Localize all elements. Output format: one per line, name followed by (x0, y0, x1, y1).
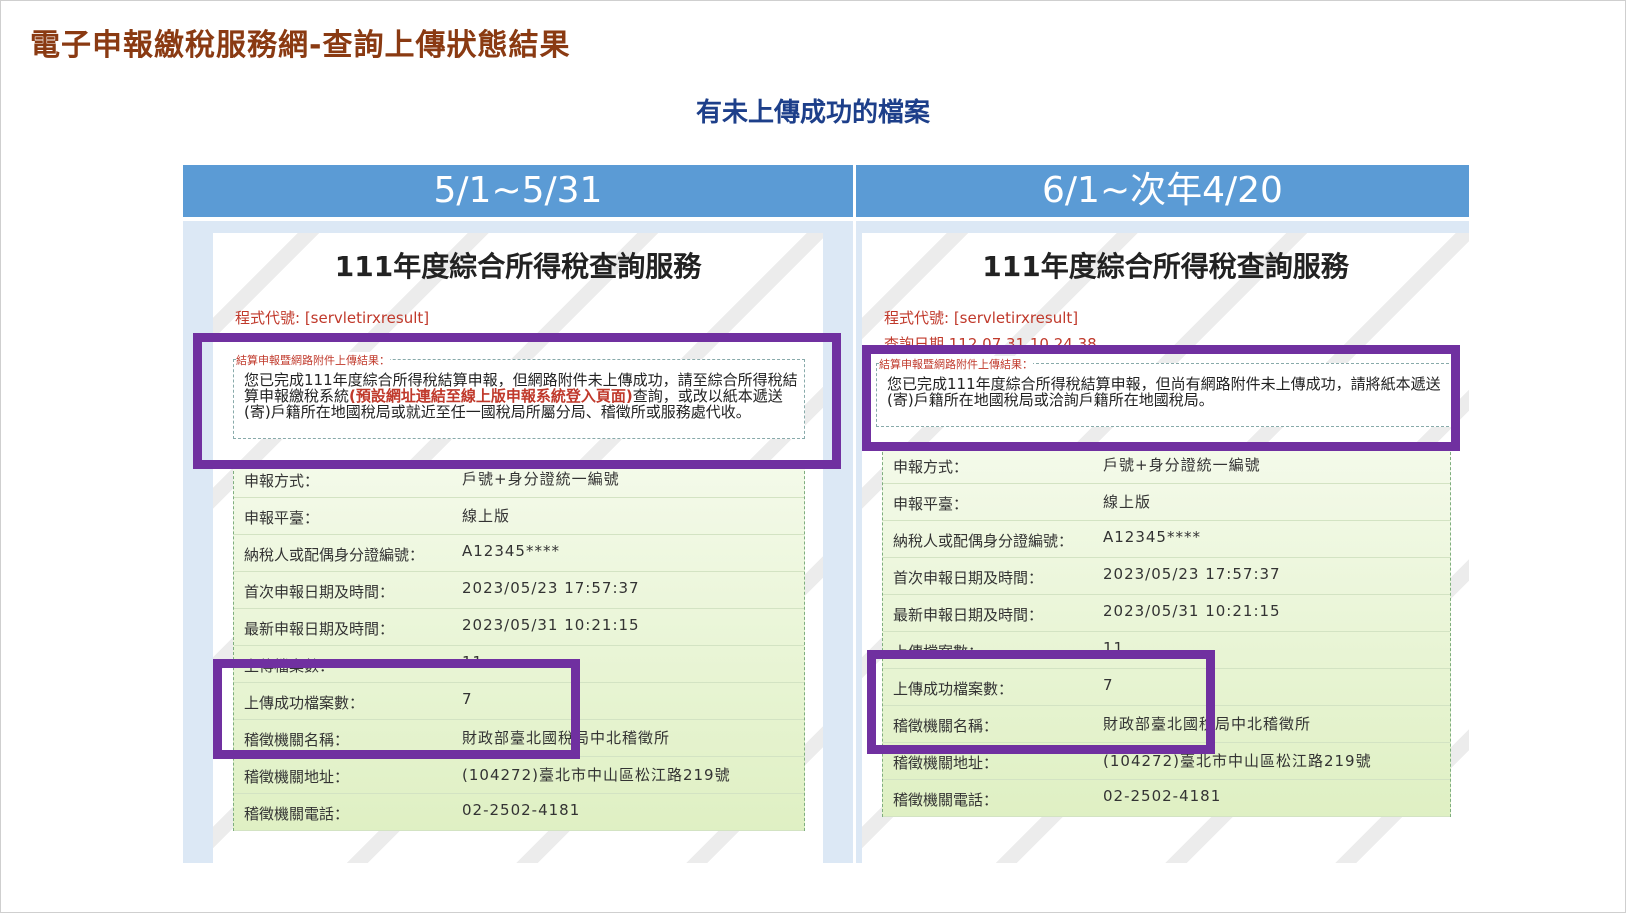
table-row: 納稅人或配偶身分證編號： A12345**** (234, 535, 804, 572)
row-label: 申報平臺： (893, 495, 969, 513)
row-value: 2023/05/23 17:57:37 (462, 579, 640, 597)
row-value: A12345**** (1103, 528, 1201, 546)
row-value: 2023/05/31 10:21:15 (462, 616, 640, 634)
screenshot-june: 111年度綜合所得稅查詢服務 程式代號: [servletirxresult] … (862, 233, 1469, 863)
result-table: 申報方式： 戶號+身分證統一編號 申報平臺： 線上版 納稅人或配偶身分證編號： A12… (882, 447, 1451, 817)
column-body-may: 111年度綜合所得稅查詢服務 程式代號: [servletirxresult] … (183, 221, 853, 863)
table-row: 申報平臺： 線上版 (234, 498, 804, 535)
column-june: 6/1~次年4/20 111年度綜合所得稅查詢服務 程式代號: [servlet… (856, 165, 1469, 863)
highlight-notice-may (193, 333, 841, 469)
table-row: 稽徵機關電話： 02-2502-4181 (883, 780, 1450, 817)
column-header-may: 5/1~5/31 (183, 165, 853, 217)
table-row: 申報平臺： 線上版 (883, 484, 1450, 521)
highlight-notice-june (862, 345, 1460, 451)
table-row: 稽徵機關電話： 02-2502-4181 (234, 794, 804, 831)
row-label: 申報方式： (244, 472, 320, 490)
slide-subtitle: 有未上傳成功的檔案 (695, 98, 930, 128)
program-code: 程式代號: [servletirxresult] (235, 309, 430, 327)
highlight-file-count-june (867, 650, 1215, 754)
row-label: 申報平臺： (244, 509, 320, 527)
service-title: 111年度綜合所得稅查詢服務 (982, 250, 1349, 283)
row-value: 02-2502-4181 (1103, 787, 1222, 805)
row-value: 戶號+身分證統一編號 (1103, 456, 1261, 474)
row-label: 納稅人或配偶身分證編號： (893, 532, 1074, 550)
row-value: 線上版 (462, 507, 511, 525)
row-label: 稽徵機關電話： (244, 805, 350, 823)
row-label: 稽徵機關地址： (244, 768, 350, 786)
row-label: 最新申報日期及時間： (244, 620, 395, 638)
column-header-june: 6/1~次年4/20 (856, 165, 1469, 217)
service-title: 111年度綜合所得稅查詢服務 (334, 250, 702, 283)
column-body-june: 111年度綜合所得稅查詢服務 程式代號: [servletirxresult] … (856, 221, 1469, 863)
row-value: 02-2502-4181 (462, 801, 581, 819)
row-value: A12345**** (462, 542, 560, 560)
row-label: 最新申報日期及時間： (893, 606, 1044, 624)
table-row: 申報方式： 戶號+身分證統一編號 (883, 447, 1450, 484)
program-code: 程式代號: [servletirxresult] (884, 309, 1079, 327)
row-label: 納稅人或配偶身分證編號： (244, 546, 425, 564)
row-label: 首次申報日期及時間： (893, 569, 1044, 587)
row-label: 申報方式： (893, 458, 969, 476)
row-value: 2023/05/31 10:21:15 (1103, 602, 1281, 620)
row-value: 線上版 (1103, 493, 1152, 511)
page-title: 電子申報繳稅服務網-查詢上傳狀態結果 (30, 28, 571, 63)
row-value: (104272)臺北市中山區松江路219號 (462, 766, 731, 784)
row-label: 首次申報日期及時間： (244, 583, 395, 601)
table-row: 最新申報日期及時間： 2023/05/31 10:21:15 (234, 609, 804, 646)
table-row: 首次申報日期及時間： 2023/05/23 17:57:37 (883, 558, 1450, 595)
table-row: 稽徵機關地址： (104272)臺北市中山區松江路219號 (234, 757, 804, 794)
result-table: 申報方式： 戶號+身分證統一編號 申報平臺： 線上版 納稅人或配偶身分證編號： A12… (233, 461, 805, 831)
table-row: 最新申報日期及時間： 2023/05/31 10:21:15 (883, 595, 1450, 632)
row-label: 稽徵機關電話： (893, 791, 999, 809)
row-label: 稽徵機關地址： (893, 754, 999, 772)
highlight-file-count-may (213, 659, 580, 759)
row-value: 戶號+身分證統一編號 (462, 470, 620, 488)
screenshot-may: 111年度綜合所得稅查詢服務 程式代號: [servletirxresult] … (213, 233, 823, 863)
row-value: 2023/05/23 17:57:37 (1103, 565, 1281, 583)
table-row: 首次申報日期及時間： 2023/05/23 17:57:37 (234, 572, 804, 609)
table-row: 納稅人或配偶身分證編號： A12345**** (883, 521, 1450, 558)
